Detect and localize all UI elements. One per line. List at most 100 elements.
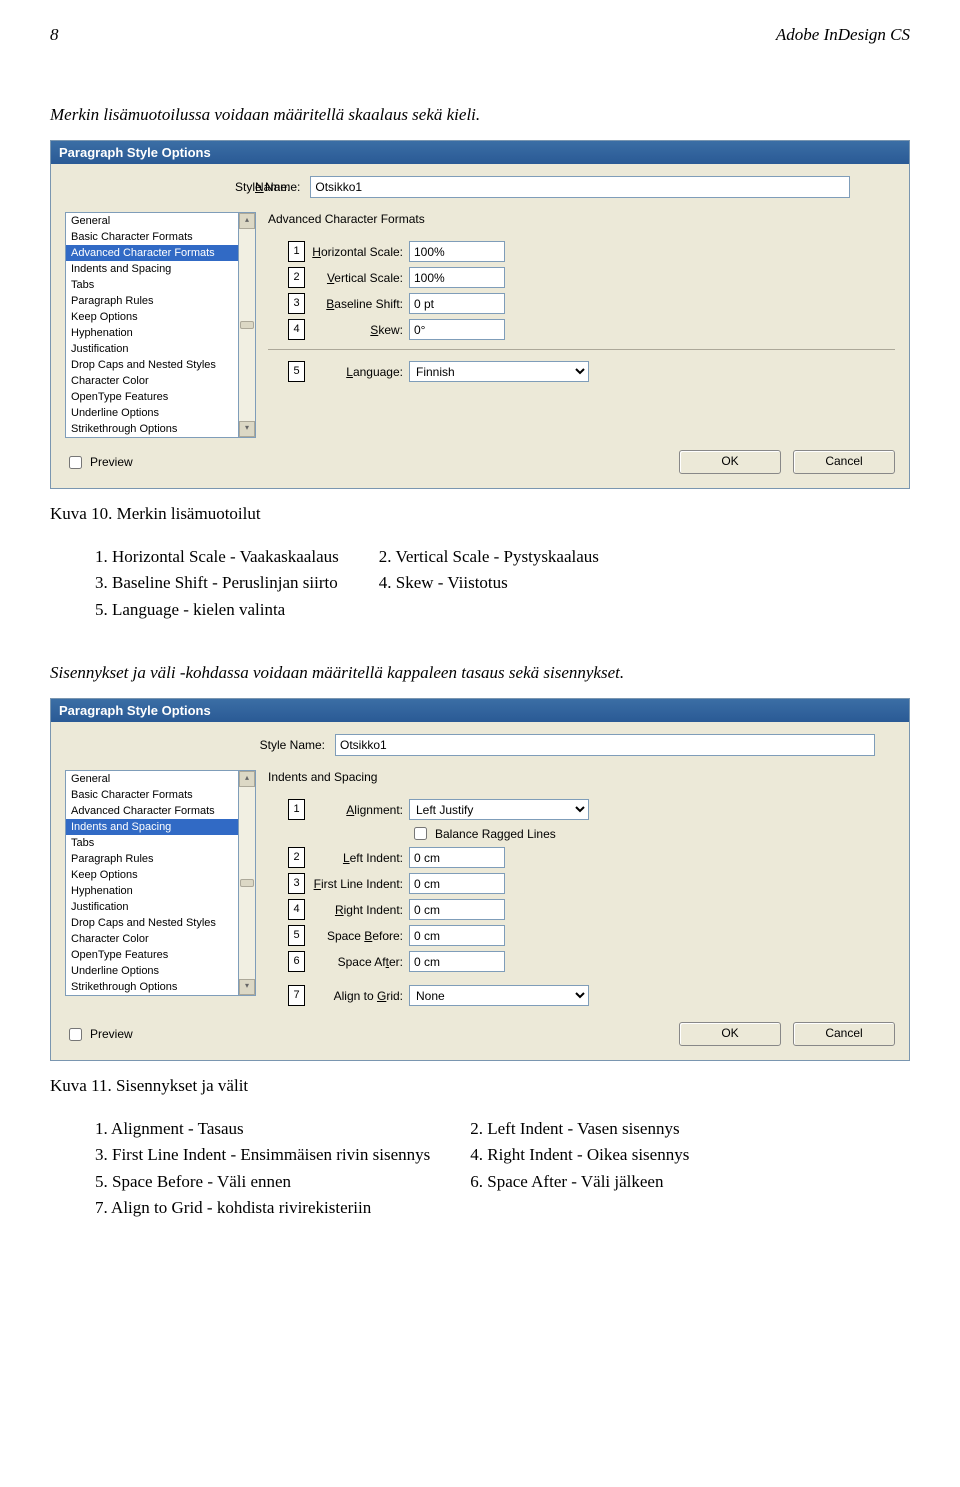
legend-item: 4. Skew - Viistotus <box>379 570 599 596</box>
preview-checkbox[interactable] <box>69 1028 82 1041</box>
sidebar-item-tabs[interactable]: Tabs <box>66 835 238 851</box>
scrollbar[interactable]: ▴ ▾ <box>239 212 256 438</box>
annotation-num-2: 2 <box>288 847 305 868</box>
legend-item: 5. Space Before - Väli ennen <box>95 1169 430 1195</box>
balance-ragged-checkbox[interactable] <box>414 827 427 840</box>
right-indent-input[interactable] <box>409 899 505 920</box>
page-header: 8 Adobe InDesign CS <box>50 25 910 45</box>
left-indent-label: Left Indent: <box>308 851 409 865</box>
paragraph-style-options-dialog-1: Paragraph Style Options Name: Style Name… <box>50 140 910 489</box>
cancel-button[interactable]: Cancel <box>793 1022 895 1046</box>
baseline-shift-label: Baseline Shift: <box>308 297 409 311</box>
legend-item: 6. Space After - Väli jälkeen <box>470 1169 689 1195</box>
sidebar-item-opentype[interactable]: OpenType Features <box>66 947 238 963</box>
sidebar-item-color[interactable]: Character Color <box>66 373 238 389</box>
horizontal-scale-label: Horizontal Scale: <box>308 245 409 259</box>
scroll-up-icon[interactable]: ▴ <box>239 213 255 229</box>
dialog-title: Paragraph Style Options <box>51 699 909 722</box>
sidebar-item-para-rules[interactable]: Paragraph Rules <box>66 851 238 867</box>
scroll-down-icon[interactable]: ▾ <box>239 421 255 437</box>
ok-button[interactable]: OK <box>679 1022 781 1046</box>
baseline-shift-input[interactable] <box>409 293 505 314</box>
annotation-num-4: 4 <box>288 319 305 340</box>
sidebar-item-general[interactable]: General <box>66 213 238 229</box>
annotation-num-7: 7 <box>288 985 305 1006</box>
left-indent-input[interactable] <box>409 847 505 868</box>
page-number: 8 <box>50 25 59 45</box>
legend-item: 4. Right Indent - Oikea sisennys <box>470 1142 689 1168</box>
sidebar-item-underline[interactable]: Underline Options <box>66 405 238 421</box>
sidebar-item-strike[interactable]: Strikethrough Options <box>66 421 238 437</box>
sidebar-item-underline[interactable]: Underline Options <box>66 963 238 979</box>
sidebar-item-hyphen[interactable]: Hyphenation <box>66 325 238 341</box>
sidebar-item-tabs[interactable]: Tabs <box>66 277 238 293</box>
preview-label: Preview <box>90 455 133 469</box>
legend-item: 2. Left Indent - Vasen sisennys <box>470 1116 689 1142</box>
sidebar-item-indents[interactable]: Indents and Spacing <box>66 819 238 835</box>
legend-item: 7. Align to Grid - kohdista rivirekister… <box>95 1195 430 1221</box>
ok-button[interactable]: OK <box>679 450 781 474</box>
sidebar-item-adv-char[interactable]: Advanced Character Formats <box>66 803 238 819</box>
style-name-input[interactable] <box>335 734 875 756</box>
legend-item: 1. Horizontal Scale - Vaakaskaalaus <box>95 544 339 570</box>
section-title: Indents and Spacing <box>268 770 895 784</box>
annotation-num-3: 3 <box>288 293 305 314</box>
sidebar-item-justification[interactable]: Justification <box>66 341 238 357</box>
sidebar-item-keep[interactable]: Keep Options <box>66 309 238 325</box>
balance-ragged-label: Balance Ragged Lines <box>435 827 556 841</box>
sidebar-item-opentype[interactable]: OpenType Features <box>66 389 238 405</box>
sidebar-item-dropcaps[interactable]: Drop Caps and Nested Styles <box>66 915 238 931</box>
style-name-input[interactable] <box>310 176 850 198</box>
sidebar-item-basic-char[interactable]: Basic Character Formats <box>66 229 238 245</box>
sidebar-item-justification[interactable]: Justification <box>66 899 238 915</box>
intro-text-2: Sisennykset ja väli -kohdassa voidaan mä… <box>50 663 910 683</box>
space-before-input[interactable] <box>409 925 505 946</box>
align-to-grid-select[interactable]: None <box>409 985 589 1006</box>
annotation-num-5: 5 <box>288 361 305 382</box>
options-sidebar[interactable]: General Basic Character Formats Advanced… <box>65 212 256 438</box>
options-listbox[interactable]: General Basic Character Formats Advanced… <box>65 212 239 438</box>
intro-text-1: Merkin lisämuotoilussa voidaan määritell… <box>50 105 910 125</box>
first-line-indent-label: First Line Indent: <box>308 877 409 891</box>
alignment-select[interactable]: Left Justify <box>409 799 589 820</box>
cancel-button[interactable]: Cancel <box>793 450 895 474</box>
sidebar-item-strike[interactable]: Strikethrough Options <box>66 979 238 995</box>
sidebar-item-para-rules[interactable]: Paragraph Rules <box>66 293 238 309</box>
scroll-down-icon[interactable]: ▾ <box>239 979 255 995</box>
preview-label: Preview <box>90 1027 133 1041</box>
options-listbox[interactable]: General Basic Character Formats Advanced… <box>65 770 239 996</box>
sidebar-item-color[interactable]: Character Color <box>66 931 238 947</box>
scroll-up-icon[interactable]: ▴ <box>239 771 255 787</box>
figure-caption-11: Kuva 11. Sisennykset ja välit <box>50 1076 910 1096</box>
language-label: Language: <box>308 365 409 379</box>
legend-list-1: 1. Horizontal Scale - Vaakaskaalaus 3. B… <box>95 544 910 623</box>
sidebar-item-keep[interactable]: Keep Options <box>66 867 238 883</box>
first-line-indent-input[interactable] <box>409 873 505 894</box>
align-to-grid-label: Align to Grid: <box>308 989 409 1003</box>
style-name-label: Style Name: <box>230 180 300 194</box>
vertical-scale-label: Vertical Scale: <box>308 271 409 285</box>
space-after-input[interactable] <box>409 951 505 972</box>
section-title: Advanced Character Formats <box>268 212 895 226</box>
sidebar-item-hyphen[interactable]: Hyphenation <box>66 883 238 899</box>
sidebar-item-adv-char[interactable]: Advanced Character Formats <box>66 245 238 261</box>
annotation-num-5: 5 <box>288 925 305 946</box>
preview-checkbox[interactable] <box>69 456 82 469</box>
horizontal-scale-input[interactable] <box>409 241 505 262</box>
skew-input[interactable] <box>409 319 505 340</box>
annotation-num-1: 1 <box>288 241 305 262</box>
sidebar-item-basic-char[interactable]: Basic Character Formats <box>66 787 238 803</box>
legend-item: 1. Alignment - Tasaus <box>95 1116 430 1142</box>
legend-item: 3. First Line Indent - Ensimmäisen rivin… <box>95 1142 430 1168</box>
vertical-scale-input[interactable] <box>409 267 505 288</box>
scrollbar[interactable]: ▴ ▾ <box>239 770 256 996</box>
scroll-handle[interactable] <box>240 321 254 329</box>
divider <box>268 349 895 350</box>
language-select[interactable]: Finnish <box>409 361 589 382</box>
sidebar-item-general[interactable]: General <box>66 771 238 787</box>
alignment-label: Alignment: <box>308 803 409 817</box>
scroll-handle[interactable] <box>240 879 254 887</box>
options-sidebar[interactable]: General Basic Character Formats Advanced… <box>65 770 256 996</box>
sidebar-item-indents[interactable]: Indents and Spacing <box>66 261 238 277</box>
sidebar-item-dropcaps[interactable]: Drop Caps and Nested Styles <box>66 357 238 373</box>
